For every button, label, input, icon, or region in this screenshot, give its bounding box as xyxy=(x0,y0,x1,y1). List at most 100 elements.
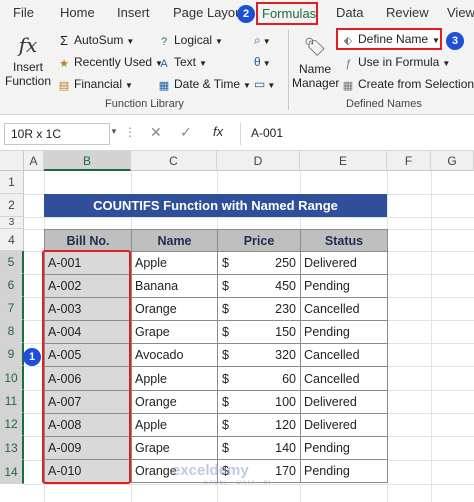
price-cell[interactable]: $230 xyxy=(217,297,301,322)
row-header-6[interactable]: 6 xyxy=(0,274,24,297)
row-header-9[interactable]: 9 xyxy=(0,343,24,366)
bill-cell[interactable]: A-005 xyxy=(44,343,132,368)
tab-data[interactable]: Data xyxy=(336,5,363,20)
column-header-f[interactable]: F xyxy=(387,151,431,171)
price-cell[interactable]: $450 xyxy=(217,274,301,299)
column-header-b[interactable]: B xyxy=(44,151,131,171)
status-cell[interactable]: Pending xyxy=(300,320,388,345)
status-cell[interactable]: Delivered xyxy=(300,412,388,437)
cancel-icon[interactable]: ✕ xyxy=(150,124,162,141)
bill-cell[interactable]: A-010 xyxy=(44,458,132,483)
date-time-button[interactable]: ▦ Date & Time ▼ xyxy=(157,77,251,92)
name-manager-button[interactable]: 🏷︎ Name Manager xyxy=(292,32,339,94)
name-box-dropdown-icon[interactable]: ▼ xyxy=(110,127,118,136)
bill-cell[interactable]: A-001 xyxy=(44,250,132,276)
name-box[interactable]: 10R x 1C xyxy=(4,123,110,145)
row-header-5[interactable]: 5 xyxy=(0,251,24,274)
bill-cell[interactable]: A-009 xyxy=(44,435,132,460)
logical-button[interactable]: ? Logical ▼ xyxy=(157,33,223,48)
name-cell[interactable]: Orange xyxy=(131,297,218,322)
price-cell[interactable]: $150 xyxy=(217,320,301,345)
bill-cell[interactable]: A-003 xyxy=(44,297,132,322)
row-header-12[interactable]: 12 xyxy=(0,413,24,436)
column-header-c[interactable]: C xyxy=(131,151,217,171)
sheet-title[interactable]: COUNTIFS Function with Named Range xyxy=(44,194,387,217)
autosum-button[interactable]: Σ AutoSum ▼ xyxy=(57,33,134,47)
row-header-8[interactable]: 8 xyxy=(0,320,24,343)
row-header-11[interactable]: 11 xyxy=(0,390,24,413)
status-cell[interactable]: Pending xyxy=(300,435,388,460)
insert-function-button[interactable]: 𝑓x Insert Function xyxy=(5,30,51,92)
chevron-down-icon: ▼ xyxy=(215,37,223,46)
create-from-selection-button[interactable]: ▦ Create from Selection xyxy=(341,77,474,92)
price-value: 140 xyxy=(275,440,296,455)
header-status[interactable]: Status xyxy=(300,229,388,252)
bill-cell[interactable]: A-002 xyxy=(44,274,132,299)
use-in-formula-button[interactable]: ƒ Use in Formula ▼ xyxy=(341,55,450,70)
bill-cell[interactable]: A-008 xyxy=(44,412,132,437)
tab-formulas[interactable]: Formulas xyxy=(256,2,318,25)
row-header-10[interactable]: 10 xyxy=(0,366,24,390)
status-cell[interactable]: Cancelled xyxy=(300,343,388,368)
name-cell[interactable]: Orange xyxy=(131,389,218,414)
more-functions-button[interactable]: ▭ ▼ xyxy=(254,77,275,91)
price-cell[interactable]: $100 xyxy=(217,389,301,414)
ribbon-panel: 𝑓x Insert Function Σ AutoSum ▼ ★ Recently U… xyxy=(0,28,474,115)
tab-insert[interactable]: Insert xyxy=(117,5,150,20)
price-cell[interactable]: $60 xyxy=(217,366,301,391)
define-name-button[interactable]: ⬖ Define Name ▼ xyxy=(341,32,440,47)
currency-symbol: $ xyxy=(222,302,229,317)
row-header-7[interactable]: 7 xyxy=(0,297,24,320)
column-header-g[interactable]: G xyxy=(431,151,474,171)
name-cell[interactable]: Apple xyxy=(131,250,218,276)
tab-file[interactable]: File xyxy=(13,5,34,20)
row-header-14[interactable]: 14 xyxy=(0,460,24,484)
enter-check-icon[interactable]: ✓ xyxy=(180,124,192,141)
name-cell[interactable]: Banana xyxy=(131,274,218,299)
financial-button[interactable]: ▤ Financial ▼ xyxy=(57,77,133,92)
row-header-4[interactable]: 4 xyxy=(0,229,24,251)
bill-cell[interactable]: A-006 xyxy=(44,366,132,391)
tab-page-layout[interactable]: Page Layout xyxy=(173,5,246,20)
column-header-d[interactable]: D xyxy=(217,151,300,171)
status-cell[interactable]: Cancelled xyxy=(300,366,388,391)
star-book-icon: ★ xyxy=(59,58,69,70)
lookup-reference-button[interactable]: ⌕ ▼ xyxy=(254,33,271,48)
status-cell[interactable]: Pending xyxy=(300,458,388,483)
bill-cell[interactable]: A-007 xyxy=(44,389,132,414)
status-cell[interactable]: Delivered xyxy=(300,389,388,414)
status-cell[interactable]: Pending xyxy=(300,274,388,299)
header-name[interactable]: Name xyxy=(131,229,218,252)
name-cell[interactable]: Grape xyxy=(131,320,218,345)
table-row: A-001 Apple $250 Delivered xyxy=(44,250,388,276)
name-cell[interactable]: Grape xyxy=(131,435,218,460)
header-price[interactable]: Price xyxy=(217,229,301,252)
row-header-13[interactable]: 13 xyxy=(0,436,24,460)
row-header-2[interactable]: 2 xyxy=(0,194,24,217)
text-button[interactable]: A Text ▼ xyxy=(157,55,207,70)
bill-cell[interactable]: A-004 xyxy=(44,320,132,345)
price-value: 170 xyxy=(275,463,296,478)
recently-used-button[interactable]: ★ Recently Used ▼ xyxy=(57,55,163,70)
name-cell[interactable]: Apple xyxy=(131,366,218,391)
price-cell[interactable]: $140 xyxy=(217,435,301,460)
column-header-e[interactable]: E xyxy=(300,151,387,171)
name-cell[interactable]: Avocado xyxy=(131,343,218,368)
insert-function-fx-icon[interactable]: fx xyxy=(213,124,223,139)
status-cell[interactable]: Delivered xyxy=(300,250,388,276)
select-all-corner[interactable] xyxy=(0,151,24,171)
status-cell[interactable]: Cancelled xyxy=(300,297,388,322)
price-cell[interactable]: $120 xyxy=(217,412,301,437)
tab-review[interactable]: Review xyxy=(386,5,429,20)
column-header-a[interactable]: A xyxy=(24,151,44,171)
name-cell[interactable]: Apple xyxy=(131,412,218,437)
math-trig-button[interactable]: θ ▼ xyxy=(254,55,271,69)
price-cell[interactable]: $320 xyxy=(217,343,301,368)
header-bill-no[interactable]: Bill No. xyxy=(44,229,132,252)
price-cell[interactable]: $250 xyxy=(217,250,301,276)
row-header-3[interactable]: 3 xyxy=(0,217,24,229)
tab-view[interactable]: View xyxy=(447,5,474,20)
tab-home[interactable]: Home xyxy=(60,5,95,20)
row-header-1[interactable]: 1 xyxy=(0,171,24,194)
formula-input[interactable]: A-001 xyxy=(240,123,474,145)
